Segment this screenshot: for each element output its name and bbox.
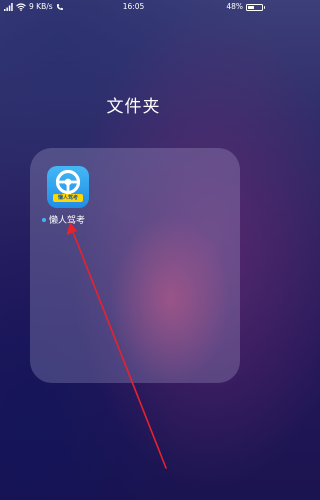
- app-icon-banner: 懒人驾考: [53, 194, 83, 202]
- battery-icon: [246, 3, 265, 11]
- app-label: 懒人驾考: [49, 216, 86, 226]
- new-badge-dot: [42, 217, 46, 222]
- status-right: 48%: [226, 0, 265, 14]
- app-label-row: 懒人驾考: [42, 213, 85, 226]
- app-lanren-jiakao[interactable]: 懒人驾考 懒人驾考: [42, 166, 94, 232]
- folder-title[interactable]: 文件夹: [0, 92, 267, 117]
- folder-panel: 懒人驾考 懒人驾考: [30, 148, 240, 383]
- battery-fill: [248, 5, 255, 9]
- app-icon[interactable]: 懒人驾考: [47, 166, 89, 208]
- battery-percent: 48%: [226, 2, 243, 11]
- status-bar: 9 KB/s 16:05 48%: [0, 0, 267, 14]
